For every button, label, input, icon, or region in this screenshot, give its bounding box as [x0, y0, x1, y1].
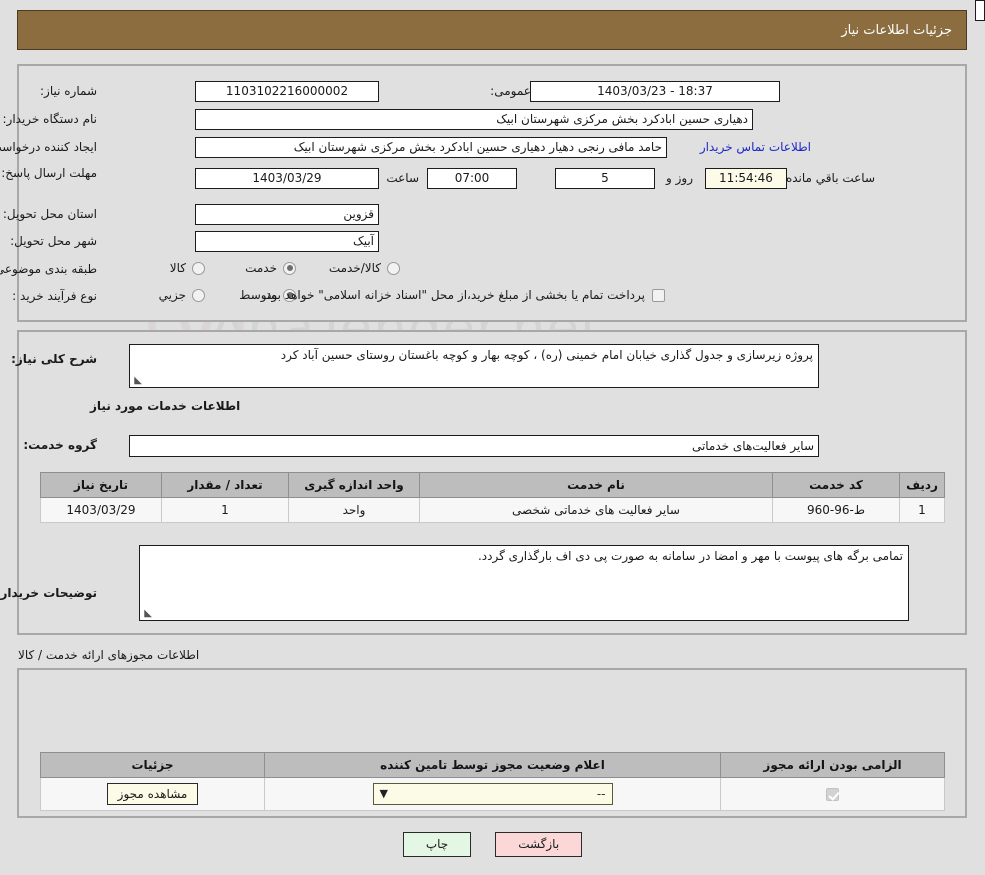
buyer-notes-textarea[interactable]: تمامی برگه های پیوست با مهر و امضا در سا…: [139, 545, 909, 621]
resize-grip-icon-notes[interactable]: ◣: [142, 609, 152, 619]
buyer-org-label: نام دستگاه خریدار:: [2, 112, 98, 126]
deadline-date-field: 1403/03/29: [195, 168, 379, 189]
category-label: طبقه بندی موضوعی:: [0, 262, 97, 276]
cell-license-status: ▼ --: [264, 777, 721, 811]
city-field: آبیک: [195, 231, 379, 252]
general-desc-label: شرح کلی نیاز:: [11, 352, 97, 366]
radio-label-category-1: خدمت: [245, 261, 277, 275]
need-number-label: شماره نیاز:: [40, 84, 97, 98]
license-status-value: --: [596, 787, 606, 801]
col-need-date: تاریخ نیاز: [40, 472, 162, 498]
cell-service-code: ط-96-960: [772, 497, 900, 523]
cell-need-date: 1403/03/29: [40, 497, 162, 523]
services-table: ردیف کد خدمت نام خدمت واحد اندازه گیری ت…: [40, 472, 945, 523]
province-field: قزوین: [195, 204, 379, 225]
table-row: 1 ط-96-960 سایر فعالیت های خدماتی شخصی و…: [40, 497, 945, 523]
need-number-field: 1103102216000002: [195, 81, 379, 102]
services-info-title: اطلاعات خدمات مورد نیاز: [90, 399, 241, 413]
radio-label-process-0: جزیي: [158, 288, 186, 302]
radio-option-category-1[interactable]: خدمت: [245, 261, 296, 275]
radio-label-category-2: کالا/خدمت: [328, 261, 381, 275]
col-radif: ردیف: [899, 472, 945, 498]
cell-service-name: سایر فعالیت های خدماتی شخصی: [419, 497, 773, 523]
services-table-header-row: ردیف کد خدمت نام خدمت واحد اندازه گیری ت…: [40, 472, 945, 498]
license-required-checkbox: [826, 788, 839, 801]
resize-grip-icon[interactable]: ◣: [132, 376, 142, 386]
radio-kala-khedmat-icon[interactable]: [387, 261, 400, 275]
buyer-notes-label: توضیحات خریدار:: [0, 586, 97, 600]
radio-option-process-0[interactable]: جزیي: [159, 288, 205, 302]
treasury-text: پرداخت تمام یا بخشی از مبلغ خرید،از محل …: [262, 288, 645, 302]
footer-actions: بازگشت چاپ: [0, 832, 985, 857]
need-summary-panel: [17, 64, 967, 322]
col-service-name: نام خدمت: [419, 472, 773, 498]
chevron-down-icon: ▼: [379, 787, 388, 800]
service-group-field: سایر فعالیت‌های خدماتی: [129, 435, 819, 457]
licenses-section-note-text: اطلاعات مجوزهای ارائه خدمت / کالا: [18, 648, 200, 662]
cell-license-details: مشاهده مجوز: [40, 777, 265, 811]
buyer-org-field: دهیاری حسین ابادکرد بخش مرکزی شهرستان اب…: [195, 109, 753, 130]
days-label: روز و: [666, 171, 693, 185]
general-desc-value: پروژه زیرسازی و جدول گذاری خیابان امام خ…: [280, 348, 813, 362]
hour-label: ساعت: [386, 171, 419, 185]
col-license-status: اعلام وضعیت مجوز توسط تامین کننده: [264, 752, 721, 778]
radio-kala-icon[interactable]: [192, 261, 205, 275]
requester-label: ایجاد کننده درخواست:: [0, 140, 97, 154]
radio-label-category-0: کالا: [169, 261, 186, 275]
radio-option-category-2[interactable]: کالا/خدمت: [329, 261, 400, 275]
deadline-label: مهلت ارسال پاسخ: تا تاریخ:: [0, 166, 97, 180]
cell-license-required: [720, 777, 945, 811]
col-unit: واحد اندازه گیری: [288, 472, 420, 498]
cell-radif: 1: [899, 497, 945, 523]
deadline-time-field: 07:00: [427, 168, 517, 189]
city-label: شهر محل تحویل:: [10, 234, 97, 248]
view-license-button[interactable]: مشاهده مجوز: [106, 783, 199, 805]
col-service-code: کد خدمت: [772, 472, 900, 498]
days-remaining-field: 5: [555, 168, 655, 189]
col-license-required: الزامی بودن ارائه مجوز: [720, 752, 945, 778]
licenses-table: الزامی بودن ارائه مجوز اعلام وضعیت مجوز …: [40, 752, 945, 811]
radio-jozi-icon[interactable]: [192, 288, 205, 302]
license-status-select[interactable]: ▼ --: [372, 783, 613, 805]
page-title: جزئیات اطلاعات نیاز: [17, 10, 967, 50]
licenses-section-note: اطلاعات مجوزهای ارائه خدمت / کالا: [18, 648, 985, 662]
remaining-time-label: ساعت باقي مانده: [785, 171, 875, 185]
general-desc-textarea[interactable]: پروژه زیرسازی و جدول گذاری خیابان امام خ…: [129, 344, 819, 388]
treasury-checkbox[interactable]: [652, 288, 665, 302]
province-label: استان محل تحویل:: [2, 207, 97, 221]
licenses-table-header-row: الزامی بودن ارائه مجوز اعلام وضعیت مجوز …: [40, 752, 945, 778]
remaining-time-field: 11:54:46: [705, 168, 787, 189]
back-button[interactable]: بازگشت: [495, 832, 583, 857]
requester-field: حامد مافی رنجی دهیار دهیاری حسین ابادکرد…: [195, 137, 667, 158]
page-title-text: جزئیات اطلاعات نیاز: [841, 22, 952, 38]
cell-quantity: 1: [161, 497, 289, 523]
print-button[interactable]: چاپ: [402, 832, 472, 857]
buyer-contact-link[interactable]: اطلاعات تماس خریدار: [700, 140, 811, 154]
col-quantity: تعداد / مقدار: [161, 472, 289, 498]
process-label: نوع فرآیند خرید :: [12, 289, 97, 303]
table-row: ▼ -- مشاهده مجوز: [40, 777, 945, 811]
cell-unit: واحد: [288, 497, 420, 523]
public-announce-field: 1403/03/23 - 18:37: [530, 81, 780, 102]
radio-option-category-0[interactable]: کالا: [170, 261, 205, 275]
col-license-details: جزئیات: [40, 752, 265, 778]
radio-khedmat-icon[interactable]: [283, 261, 296, 275]
service-group-label: گروه خدمت:: [23, 438, 97, 452]
buyer-notes-value: تمامی برگه های پیوست با مهر و امضا در سا…: [477, 549, 903, 563]
